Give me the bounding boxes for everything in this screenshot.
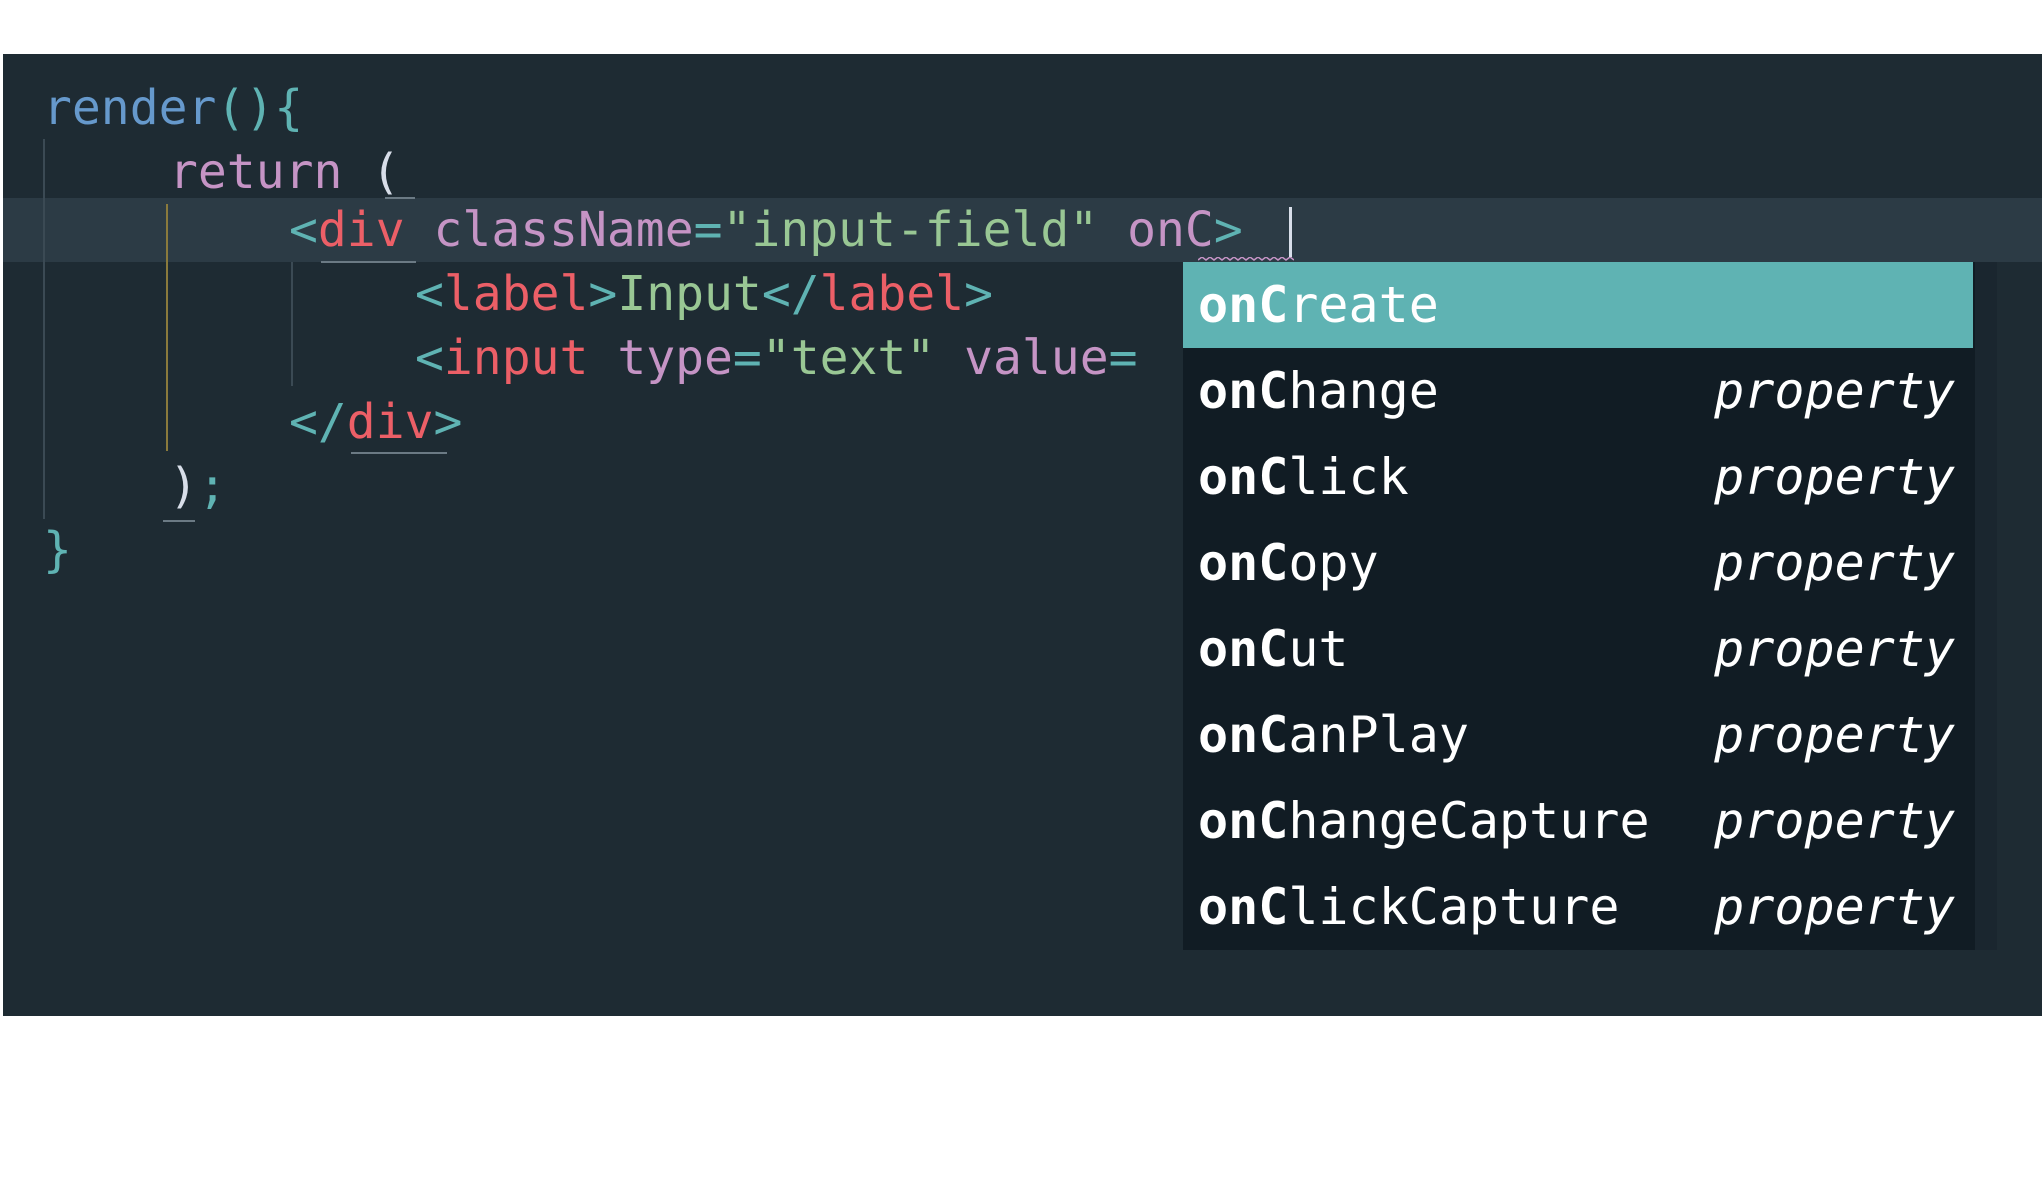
- punctuation: (: [371, 144, 401, 200]
- suggestion-label: onCreate: [1198, 276, 1439, 334]
- tag-bracket: >: [964, 266, 994, 322]
- autocomplete-scrollbar[interactable]: [1975, 262, 1997, 950]
- tag-name: div: [346, 394, 434, 450]
- tag-bracket: <: [415, 330, 444, 386]
- suggestion-label: onClickCapture: [1198, 878, 1620, 936]
- punctuation: ;: [197, 458, 227, 514]
- suggestion-kind: property: [1714, 448, 1955, 506]
- autocomplete-popup[interactable]: onCreate onChange property onClick prope…: [1183, 262, 1997, 950]
- tag-bracket: >: [433, 394, 463, 450]
- code-line-3[interactable]: <div className="input-field" onC>: [289, 198, 1243, 262]
- bracket-match-underline: [163, 520, 195, 522]
- code-line-1[interactable]: render(){: [43, 76, 303, 140]
- autocomplete-item-onchangecapture[interactable]: onChangeCapture property: [1183, 778, 1973, 864]
- suggestion-kind: property: [1714, 792, 1955, 850]
- code-line-7[interactable]: );: [169, 454, 227, 518]
- suggestion-label: onClick: [1198, 448, 1409, 506]
- suggestion-label: onCanPlay: [1198, 706, 1469, 764]
- punctuation: (){: [216, 80, 304, 136]
- suggestion-label: onCopy: [1198, 534, 1379, 592]
- attribute-value: "input-field": [722, 202, 1099, 258]
- code-line-6[interactable]: </div>: [289, 390, 462, 454]
- code-line-2[interactable]: return (: [169, 140, 400, 204]
- tag-bracket: <: [415, 266, 444, 322]
- tag-bracket: <: [289, 202, 318, 258]
- text-cursor: [1289, 207, 1292, 257]
- equals: =: [693, 202, 723, 258]
- code-editor[interactable]: render(){ return ( <div className="input…: [3, 54, 2042, 1016]
- punctuation: }: [43, 522, 72, 578]
- typed-text: onC: [1127, 202, 1214, 258]
- equals: =: [1108, 330, 1138, 386]
- autocomplete-item-onclickcapture[interactable]: onClickCapture property: [1183, 864, 1973, 950]
- function-name: render: [43, 80, 217, 136]
- suggestion-label: onCut: [1198, 620, 1349, 678]
- suggestion-kind: property: [1714, 362, 1955, 420]
- autocomplete-item-oncut[interactable]: onCut property: [1183, 606, 1973, 692]
- tag-bracket: >: [1213, 202, 1243, 258]
- autocomplete-item-oncanplay[interactable]: onCanPlay property: [1183, 692, 1973, 778]
- autocomplete-item-oncreate[interactable]: onCreate: [1183, 262, 1973, 348]
- suggestion-kind: property: [1714, 620, 1955, 678]
- suggestion-label: onChangeCapture: [1198, 792, 1650, 850]
- keyword: return: [169, 144, 343, 200]
- tag-name: label: [819, 266, 965, 322]
- attribute-name: value: [964, 330, 1109, 386]
- tag-name: label: [443, 266, 589, 322]
- suggestion-kind: property: [1714, 878, 1955, 936]
- suggestion-label: onChange: [1198, 362, 1439, 420]
- indent-guide: [291, 262, 293, 386]
- attribute-value: "text": [761, 330, 936, 386]
- equals: =: [732, 330, 762, 386]
- tag-bracket: >: [588, 266, 618, 322]
- autocomplete-item-onclick[interactable]: onClick property: [1183, 434, 1973, 520]
- autocomplete-item-oncopy[interactable]: onCopy property: [1183, 520, 1973, 606]
- punctuation: ): [169, 458, 198, 514]
- tag-bracket: </: [289, 394, 347, 450]
- tag-name: div: [317, 202, 405, 258]
- code-line-8[interactable]: }: [43, 518, 72, 582]
- suggestion-kind: property: [1714, 534, 1955, 592]
- indent-guide-active: [166, 204, 168, 451]
- code-line-5[interactable]: <input type="text" value=: [415, 326, 1138, 390]
- text-content: Input: [617, 266, 762, 322]
- tag-bracket: </: [761, 266, 820, 322]
- attribute-name: type: [617, 330, 733, 386]
- autocomplete-item-onchange[interactable]: onChange property: [1183, 348, 1973, 434]
- indent-guide: [43, 139, 45, 519]
- attribute-name: className: [433, 202, 694, 258]
- suggestion-kind: property: [1714, 706, 1955, 764]
- tag-name: input: [443, 330, 589, 386]
- code-line-4[interactable]: <label>Input</label>: [415, 262, 993, 326]
